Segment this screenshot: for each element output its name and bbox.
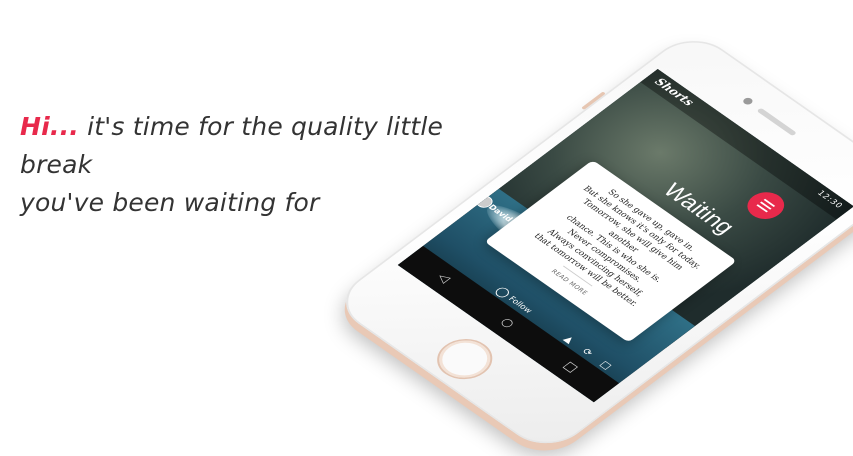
home-icon[interactable]: ○ <box>497 315 517 330</box>
like-icon[interactable]: ▲ <box>561 334 576 345</box>
back-icon[interactable]: ◁ <box>434 271 453 285</box>
phone-mockup: Shorts 12:30 Waiting So she gave up, gav… <box>328 10 853 456</box>
headline-hi: Hi... <box>20 112 79 141</box>
headline: Hi... it's time for the quality little b… <box>20 108 520 222</box>
recents-icon[interactable]: □ <box>560 359 581 374</box>
headline-line-1: Hi... it's time for the quality little b… <box>20 108 520 184</box>
phone: Shorts 12:30 Waiting So she gave up, gav… <box>328 28 853 456</box>
headline-line1-text: it's time for the quality little break <box>20 112 444 179</box>
